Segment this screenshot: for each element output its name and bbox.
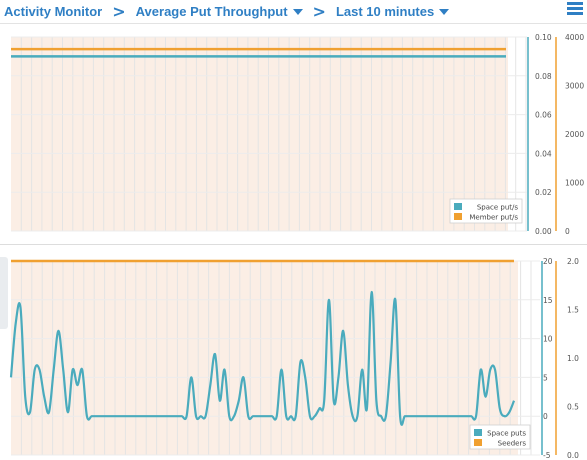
- breadcrumb-activity-monitor[interactable]: Activity Monitor: [4, 4, 102, 19]
- left-axis-tick-label: 10: [543, 335, 553, 344]
- hamburger-menu-icon[interactable]: [567, 2, 583, 16]
- left-axis-tick-label: 0.06: [535, 111, 552, 120]
- right-axis-tick-label: 1000: [565, 179, 584, 188]
- chevron-down-icon: [292, 9, 303, 16]
- put-count-chart: 20 15 10 5 0 -5 2.0 1.5 1.0 0.5 0.0 Space puts Seede…: [9, 257, 579, 460]
- plot-area: [11, 261, 518, 455]
- right-axis-tick-label: 0.0: [567, 451, 579, 460]
- right-axis-tick-label: 4000: [565, 33, 584, 42]
- left-axis-tick-label: 0.10: [535, 33, 552, 42]
- left-axis-tick-label: 0: [543, 412, 548, 421]
- left-axis-tick-label: 15: [543, 296, 553, 305]
- right-axis-tick-label: 2.0: [567, 257, 579, 266]
- left-axis-tick-label: 0.02: [535, 188, 552, 197]
- left-axis-tick-label: 5: [543, 373, 548, 382]
- legend-label-space-put-s: Space put/s: [477, 204, 519, 212]
- legend: Space put/s Member put/s: [449, 198, 523, 224]
- right-axis-tick-label: 0: [565, 227, 570, 236]
- legend-label-member-put-s: Member put/s: [469, 214, 518, 222]
- right-axis-tick-label: 1.5: [567, 306, 579, 315]
- legend-swatch-space-puts: [474, 429, 482, 436]
- legend-swatch-member-put-s: [454, 213, 462, 220]
- left-axis-tick-label: 0.04: [535, 149, 552, 158]
- breadcrumb: Activity Monitor > Average Put Throughpu…: [0, 0, 587, 22]
- legend-label-space-puts: Space puts: [487, 430, 526, 438]
- right-axis-tick-label: 3000: [565, 82, 584, 91]
- left-axis-tick-label: 20: [543, 257, 553, 266]
- legend-swatch-space-put-s: [454, 203, 462, 210]
- breadcrumb-separator-2: >: [312, 1, 326, 21]
- right-axis-tick-label: 0.5: [567, 403, 579, 412]
- time-range-dropdown[interactable]: Last 10 minutes: [335, 3, 450, 19]
- time-range-dropdown-label: Last 10 minutes: [335, 3, 435, 19]
- metric-dropdown-label: Average Put Throughput: [135, 3, 288, 19]
- put-rate-chart: 0.10 0.08 0.06 0.04 0.02 0.00 4000 3000 2000 1000…: [11, 33, 584, 236]
- legend-swatch-seeders: [474, 439, 482, 446]
- left-axis-tick-label: -5: [543, 451, 551, 460]
- left-axis-tick-label: 0.00: [535, 227, 552, 236]
- left-axis-tick-label: 0.08: [535, 72, 552, 81]
- right-axis-tick-label: 2000: [565, 130, 584, 139]
- breadcrumb-separator-1: >: [112, 1, 126, 21]
- legend-label-seeders: Seeders: [498, 440, 527, 448]
- chevron-down-icon: [439, 9, 450, 16]
- right-axis-tick-label: 1.0: [567, 354, 579, 363]
- metric-dropdown[interactable]: Average Put Throughput: [136, 4, 303, 19]
- legend: Space puts Seeders: [469, 424, 531, 450]
